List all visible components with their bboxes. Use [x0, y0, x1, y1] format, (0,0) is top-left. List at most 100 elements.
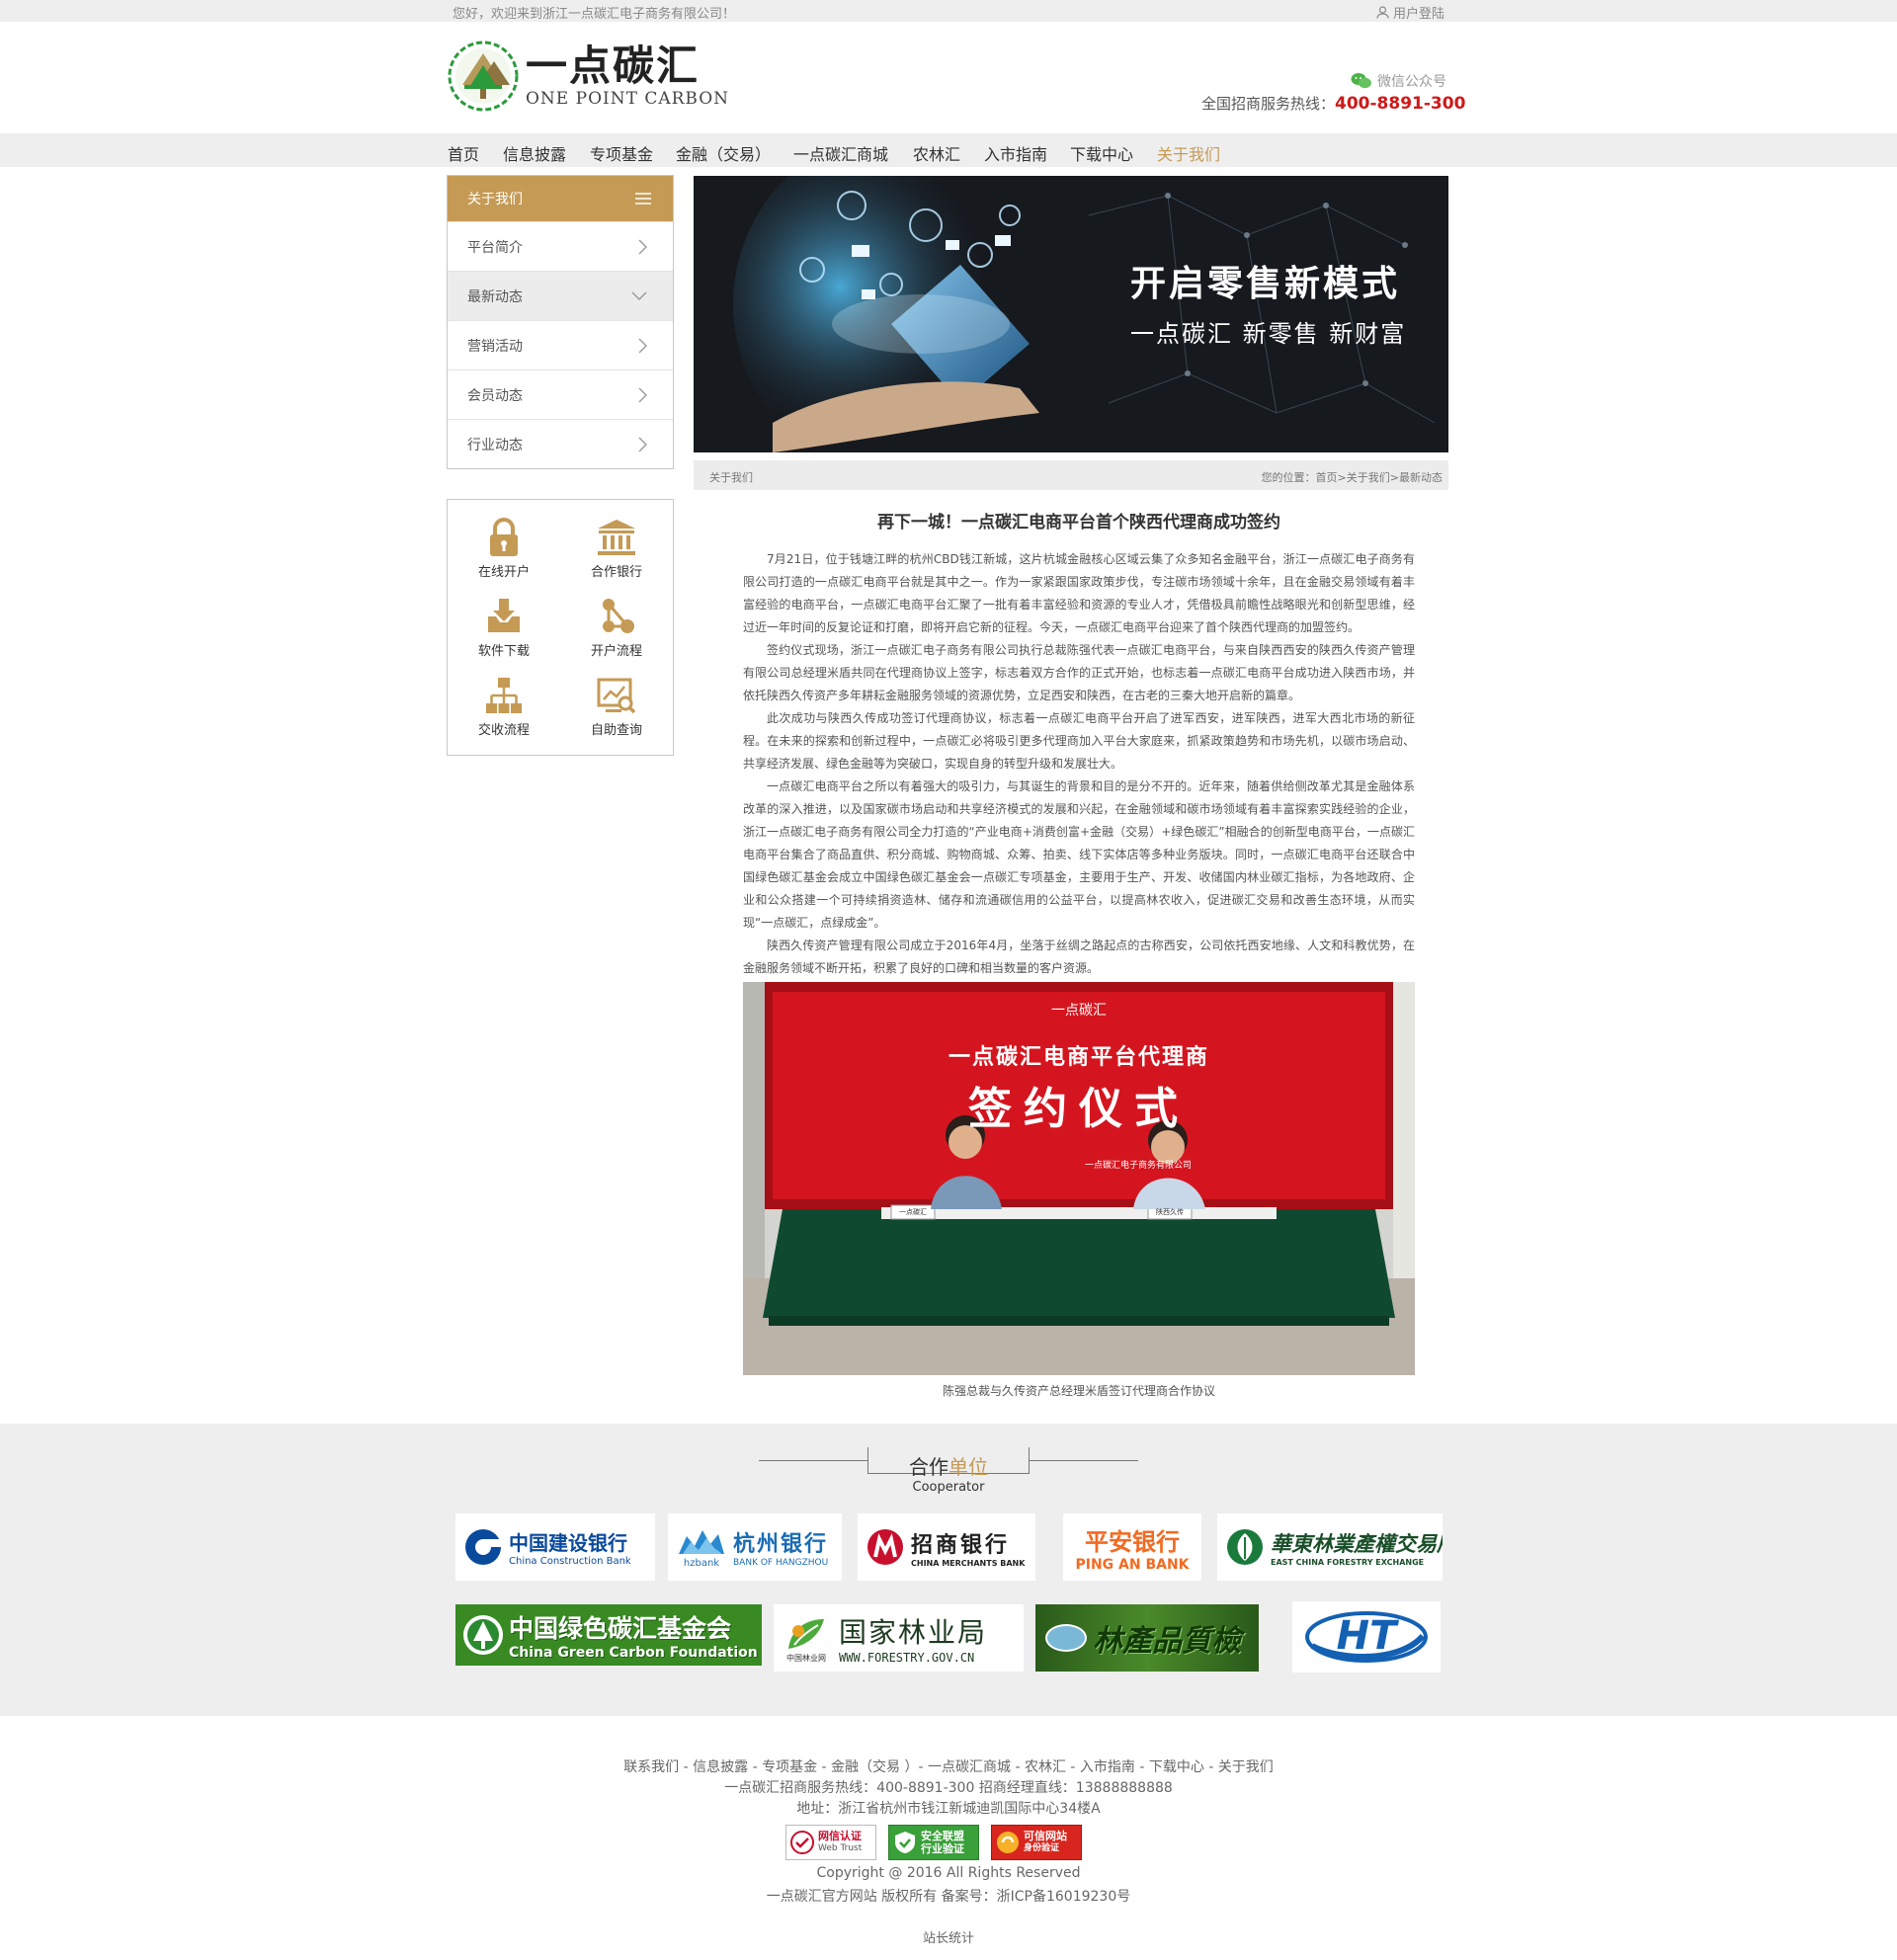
- hotline-label: 全国招商服务热线：: [1201, 95, 1336, 113]
- footer-links[interactable]: 联系我们 - 信息披露 - 专项基金 - 金融（交易 ）- 一点碳汇商城 - 农…: [0, 1756, 1897, 1776]
- sidebar-item-news[interactable]: 最新动态: [448, 271, 673, 320]
- chevron-right-icon: [638, 437, 647, 451]
- sidebar-item-label: 会员动态: [467, 387, 523, 404]
- footer-phones: 一点碳汇招商服务热线：400-8891-300 招商经理直线：138888888…: [724, 1780, 1173, 1796]
- partner-name-cn: 華東林業產權交易所: [1271, 1530, 1443, 1556]
- partner-logo-state-forestry[interactable]: 中国林业网 国家林业局 WWW.FORESTRY.GOV.CN: [774, 1604, 1024, 1672]
- nav-downloads[interactable]: 下载中心: [1070, 141, 1133, 165]
- sidebar-item-intro[interactable]: 平台简介: [448, 221, 673, 271]
- partners-title-b: 单位: [948, 1455, 988, 1479]
- quick-link-open-account[interactable]: 在线开户: [448, 508, 560, 587]
- sidebar-item-industry-news[interactable]: 行业动态: [448, 419, 673, 468]
- partner-logo-east-china-forestry[interactable]: 華東林業產權交易所 EAST CHINA FORESTRY EXCHANGE: [1217, 1513, 1443, 1581]
- green-carbon-logo-icon: [463, 1615, 503, 1655]
- web-trust-badge[interactable]: 网信认证 Web Trust: [785, 1825, 876, 1860]
- partner-logo-forest-product-inspection[interactable]: 林產品質檢: [1035, 1604, 1259, 1672]
- partner-name-cn: 国家林业局: [839, 1616, 988, 1649]
- chevron-right-icon: [638, 239, 647, 254]
- badge-line2: 行业验证: [921, 1842, 964, 1855]
- user-icon: [1376, 6, 1389, 19]
- footer-address: 地址：浙江省杭州市钱江新城迪凯国际中心34楼A: [796, 1801, 1101, 1817]
- partner-logo-ht[interactable]: HT: [1292, 1601, 1441, 1673]
- header: 一点碳汇 ONE POINT CARBON 微信公众号 全国招商服务热线：400…: [0, 22, 1897, 132]
- quick-link-label: 软件下载: [477, 643, 530, 659]
- quick-link-label: 合作银行: [590, 564, 642, 580]
- brand-logo[interactable]: 一点碳汇 ONE POINT CARBON: [447, 40, 729, 113]
- sidebar-item-label: 营销活动: [467, 338, 523, 355]
- quick-link-account-process[interactable]: 开户流程: [560, 587, 673, 666]
- article: 再下一城！一点碳汇电商平台首个陕西代理商成功签约 7月21日，位于钱塘江畔的杭州…: [743, 508, 1415, 980]
- partner-logo-cmb[interactable]: 招商银行 CHINA MERCHANTS BANK: [858, 1513, 1035, 1581]
- partner-name-cn: 平安银行: [1085, 1527, 1180, 1556]
- quick-link-partner-banks[interactable]: 合作银行: [560, 508, 673, 587]
- partner-prefix: hzbank: [683, 1557, 720, 1569]
- sidebar-item-label: 最新动态: [467, 288, 523, 305]
- partners-heading: 合作单位 Cooperator: [759, 1447, 1138, 1499]
- nav-disclosure[interactable]: 信息披露: [503, 141, 566, 165]
- sidebar-item-label: 平台简介: [467, 239, 523, 256]
- partner-logo-china-green-carbon[interactable]: 中国绿色碳汇基金会 China Green Carbon Foundation: [455, 1604, 762, 1666]
- quick-link-software-download[interactable]: 软件下载: [448, 587, 560, 666]
- screen-title-text: 一点碳汇电商平台代理商: [948, 1045, 1209, 1070]
- wechat-link[interactable]: 微信公众号: [1351, 71, 1446, 91]
- quick-link-label: 在线开户: [477, 564, 530, 580]
- login-link[interactable]: 用户登陆: [1376, 3, 1444, 22]
- trusted-site-icon: [997, 1832, 1019, 1853]
- partner-name-cn: 林產品質檢: [1093, 1624, 1241, 1659]
- badge-line2: 身份验证: [1024, 1843, 1060, 1853]
- forestry-exchange-logo-icon: [1227, 1529, 1263, 1565]
- nav-home[interactable]: 首页: [448, 141, 479, 165]
- partner-logo-hzbank[interactable]: hzbank 杭州银行 BANK OF HANGZHOU: [668, 1513, 842, 1581]
- nav-market-guide[interactable]: 入市指南: [984, 141, 1047, 165]
- menu-icon: [635, 193, 651, 204]
- signing-ceremony-photo: 一点碳汇 一点碳汇电商平台代理商 签约仪式 一点碳汇电子商务有限公司 一点碳汇 …: [743, 982, 1415, 1375]
- article-paragraph: 此次成功与陕西久传成功签订代理商协议，标志着一点碳汇电商平台开启了进军西安，进军…: [743, 711, 1415, 771]
- sidebar-item-member-news[interactable]: 会员动态: [448, 369, 673, 419]
- partner-name-en: BANK OF HANGZHOU: [733, 1558, 829, 1568]
- badge-line2: Web Trust: [818, 1843, 863, 1853]
- sidebar-item-marketing[interactable]: 营销活动: [448, 320, 673, 369]
- badge-line1: 可信网站: [1024, 1830, 1067, 1842]
- nav-mall[interactable]: 一点碳汇商城: [793, 141, 888, 165]
- breadcrumb-section: 关于我们: [709, 471, 753, 484]
- sidebar-item-label: 行业动态: [467, 437, 523, 453]
- sidebar-header: 关于我们: [448, 176, 673, 221]
- security-alliance-badge[interactable]: 安全联盟 行业验证: [888, 1825, 979, 1860]
- partner-name-cn: HT: [1336, 1613, 1397, 1659]
- partner-name-en: PING AN BANK: [1075, 1556, 1190, 1573]
- welcome-text: 您好，欢迎来到浙江一点碳汇电子商务有限公司！: [453, 7, 736, 22]
- nav-agriforest[interactable]: 农林汇: [913, 141, 960, 165]
- web-trust-icon: [790, 1831, 814, 1854]
- banner-subline: 一点碳汇 新零售 新财富: [1130, 320, 1407, 348]
- quick-link-label: 交收流程: [477, 722, 530, 738]
- quick-link-self-query[interactable]: 自助查询: [560, 666, 673, 745]
- nav-finance[interactable]: 金融（交易）: [676, 141, 771, 165]
- nav-about[interactable]: 关于我们: [1157, 141, 1220, 165]
- article-paragraph: 一点碳汇电商平台之所以有着强大的吸引力，与其诞生的背景和目的是分不开的。近年来，…: [743, 779, 1415, 930]
- article-title: 再下一城！一点碳汇电商平台首个陕西代理商成功签约: [877, 513, 1280, 532]
- main-nav: 首页 信息披露 专项基金 金融（交易） 一点碳汇商城 农林汇 入市指南 下载中心…: [0, 133, 1897, 167]
- quick-links-panel: 在线开户 合作银行 软件下载 开户流程 交收流程 自助查询: [447, 499, 674, 756]
- trusted-site-badge[interactable]: 可信网站 身份验证: [991, 1825, 1082, 1860]
- promo-banner[interactable]: 开启零售新模式 一点碳汇 新零售 新财富: [694, 176, 1448, 452]
- brand-name-en: ONE POINT CARBON: [526, 89, 730, 109]
- partner-name-en: CHINA MERCHANTS BANK: [911, 1558, 1026, 1568]
- chevron-right-icon: [638, 387, 647, 402]
- badge-line1: 网信认证: [818, 1830, 862, 1842]
- quick-link-settlement-process[interactable]: 交收流程: [448, 666, 560, 745]
- breadcrumb: 关于我们 您的位置：首页>关于我们>最新动态: [694, 460, 1448, 490]
- partner-name-cn: 中国建设银行: [509, 1531, 627, 1555]
- sidebar-title: 关于我们: [467, 192, 523, 207]
- partner-logo-pingan[interactable]: 平安银行 PING AN BANK: [1063, 1513, 1201, 1581]
- brand-name-cn: 一点碳汇: [526, 41, 701, 90]
- site-stats-link[interactable]: 站长统计: [0, 1927, 1897, 1946]
- partner-logo-ccb[interactable]: 中国建设银行 China Construction Bank: [455, 1513, 655, 1581]
- partner-name-cn: 中国绿色碳汇基金会: [509, 1614, 732, 1643]
- wechat-icon: [1351, 73, 1371, 89]
- screen-logo-text: 一点碳汇: [1051, 1003, 1107, 1019]
- footer-icp[interactable]: 一点碳汇官方网站 版权所有 备案号：浙ICP备16019230号: [0, 1886, 1897, 1906]
- breadcrumb-path[interactable]: 您的位置：首页>关于我们>最新动态: [1262, 469, 1443, 485]
- hierarchy-icon: [486, 677, 522, 713]
- nav-special-fund[interactable]: 专项基金: [590, 141, 653, 165]
- partner-name-cn: 杭州银行: [733, 1532, 829, 1557]
